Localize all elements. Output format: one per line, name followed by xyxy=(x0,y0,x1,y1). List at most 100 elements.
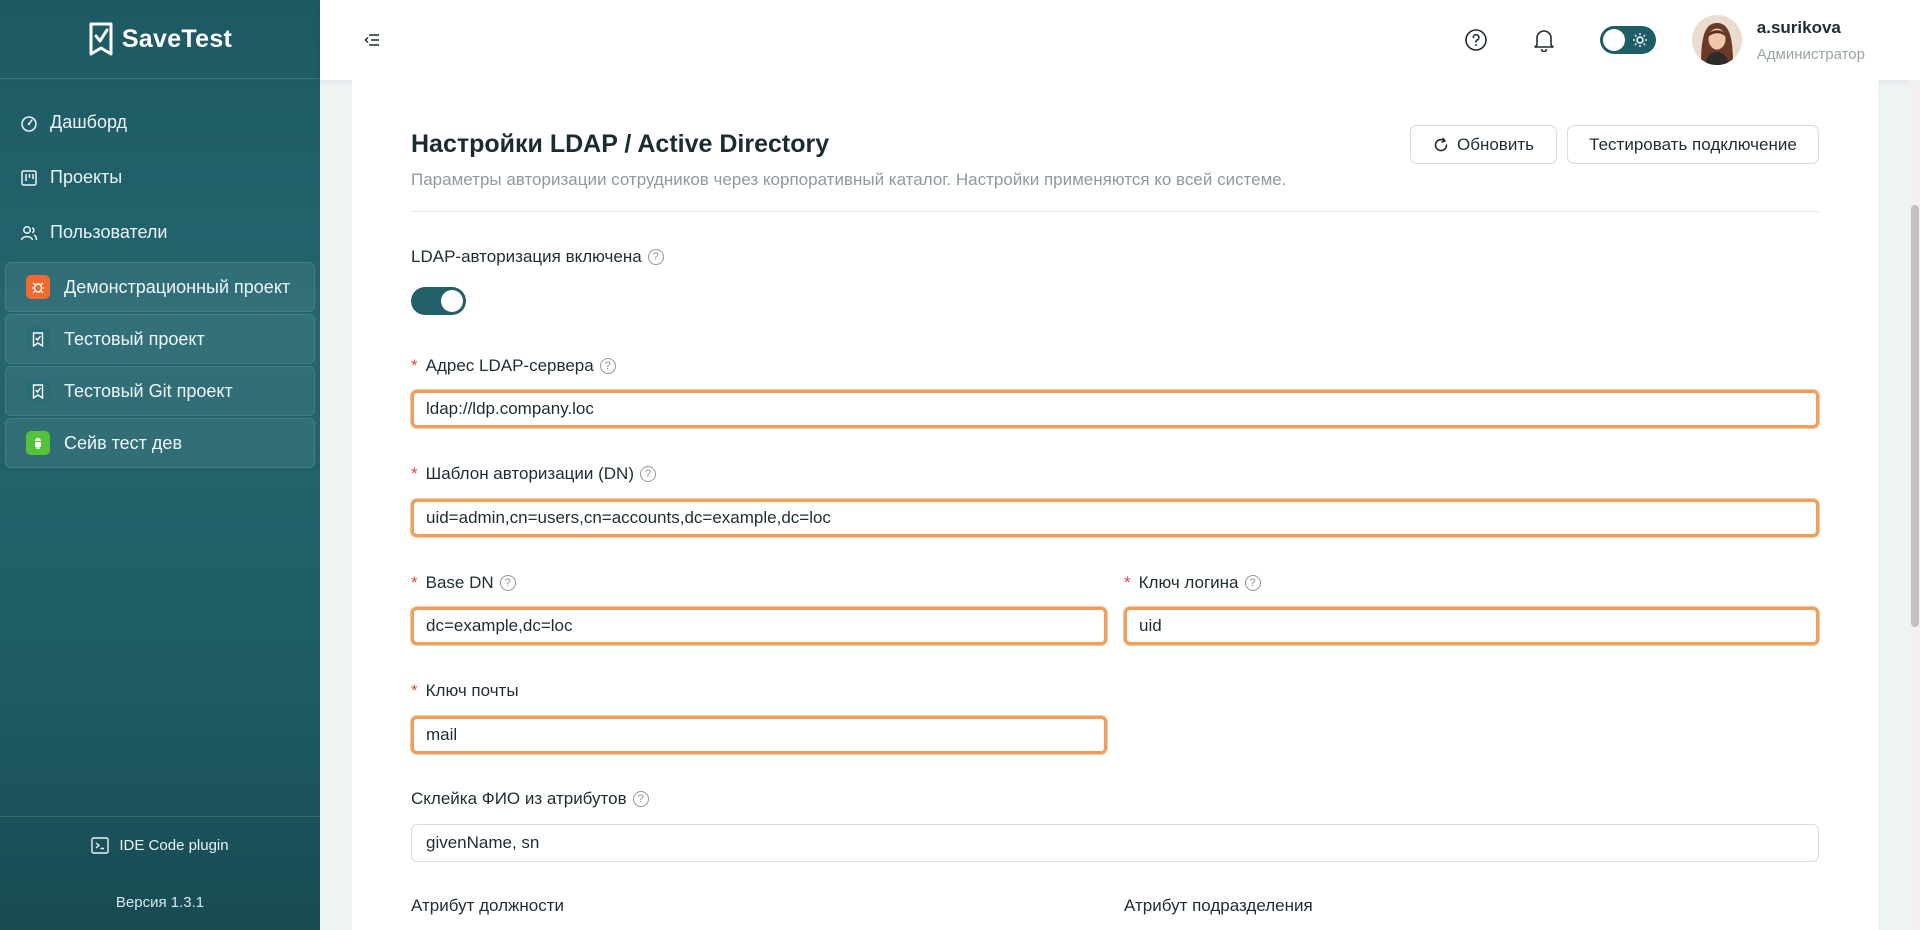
header-actions: a.surikova Администратор xyxy=(1463,0,1920,80)
base-dn-input[interactable]: dc=example,dc=loc xyxy=(411,607,1107,645)
base-dn-text: Base DN xyxy=(425,573,494,592)
test-connection-button[interactable]: Тестировать подключение xyxy=(1567,125,1819,164)
theme-toggle[interactable] xyxy=(1599,26,1656,54)
project-label: Демонстрационный проект xyxy=(64,276,291,297)
ldap-enabled-label: LDAP-авторизация включена ? xyxy=(411,247,664,267)
mail-key-input[interactable]: mail xyxy=(411,716,1107,754)
projects-icon xyxy=(21,169,37,186)
dn-template-value: uid=admin,cn=users,cn=accounts,dc=exampl… xyxy=(426,508,831,527)
user-photo xyxy=(1691,15,1742,65)
notifications-button[interactable] xyxy=(1531,27,1557,53)
server-address-input[interactable]: ldap://ldp.company.loc xyxy=(411,390,1819,428)
sun-icon xyxy=(1632,33,1647,47)
sidebar: SaveTest Дашборд Проекты Пользователи Де… xyxy=(0,0,320,930)
help-icon[interactable]: ? xyxy=(647,249,664,265)
mail-key-text: Ключ почты xyxy=(425,681,519,700)
app-name: SaveTest xyxy=(121,24,233,53)
switch-knob xyxy=(441,290,463,312)
help-icon[interactable]: ? xyxy=(599,358,616,374)
project-label: Тестовый проект xyxy=(64,328,205,349)
checklist-icon xyxy=(26,327,50,351)
logo-icon xyxy=(89,22,113,56)
user-role: Администратор xyxy=(1756,45,1865,63)
scrollbar-thumb[interactable] xyxy=(1911,205,1919,627)
theme-toggle-knob xyxy=(1602,29,1625,51)
page-scrollbar[interactable] xyxy=(1910,80,1920,930)
department-attribute-label: Атрибут подразделения xyxy=(1124,896,1313,916)
project-label: Сейв тест дев xyxy=(64,432,183,453)
required-mark: * xyxy=(411,681,418,700)
checklist-icon xyxy=(26,379,50,403)
server-address-text: Адрес LDAP-сервера xyxy=(425,356,594,375)
nav-projects[interactable]: Проекты xyxy=(0,150,320,205)
page-title: Настройки LDAP / Active Directory xyxy=(411,130,830,158)
department-attribute-text: Атрибут подразделения xyxy=(1124,896,1313,915)
user-avatar[interactable] xyxy=(1691,15,1742,65)
base-dn-value: dc=example,dc=loc xyxy=(426,616,573,635)
sidebar-footer: IDE Code plugin Версия 1.3.1 xyxy=(0,816,320,930)
top-header: a.surikova Администратор xyxy=(320,0,1920,80)
main-nav: Дашборд Проекты Пользователи xyxy=(0,79,320,260)
login-key-value: uid xyxy=(1139,616,1162,635)
help-icon[interactable]: ? xyxy=(632,791,649,807)
nav-projects-label: Проекты xyxy=(50,167,123,187)
dn-template-label: * Шаблон авторизации (DN) ? xyxy=(411,464,656,484)
refresh-button[interactable]: Обновить xyxy=(1410,125,1557,164)
help-icon[interactable]: ? xyxy=(640,466,656,482)
nav-dashboard[interactable]: Дашборд xyxy=(0,95,320,150)
required-mark: * xyxy=(411,356,418,375)
project-item-dev[interactable]: Сейв тест дев xyxy=(5,418,315,468)
ide-plugin-link[interactable]: IDE Code plugin xyxy=(0,817,320,874)
refresh-button-label: Обновить xyxy=(1457,134,1534,154)
app-version: Версия 1.3.1 xyxy=(115,894,205,911)
required-mark: * xyxy=(411,573,418,592)
help-button[interactable] xyxy=(1463,27,1489,53)
users-icon xyxy=(20,225,38,240)
login-key-label: * Ключ логина ? xyxy=(1124,573,1261,593)
nav-users[interactable]: Пользователи xyxy=(0,205,320,260)
ldap-enabled-switch[interactable] xyxy=(411,287,466,315)
position-attribute-text: Атрибут должности xyxy=(411,896,564,915)
user-info[interactable]: a.surikova Администратор xyxy=(1757,18,1865,63)
ldap-settings-card: Настройки LDAP / Active Directory Параме… xyxy=(352,80,1878,930)
help-icon[interactable]: ? xyxy=(499,575,516,591)
header-divider xyxy=(411,211,1819,212)
nav-users-label: Пользователи xyxy=(50,222,168,242)
user-name: a.surikova xyxy=(1756,17,1841,37)
dn-template-text: Шаблон авторизации (DN) xyxy=(425,464,634,483)
collapse-sidebar-button[interactable] xyxy=(361,29,383,51)
server-address-value: ldap://ldp.company.loc xyxy=(426,399,594,418)
nav-dashboard-label: Дашборд xyxy=(50,112,128,132)
required-mark: * xyxy=(411,464,418,483)
menu-collapse-icon xyxy=(364,34,379,46)
ldap-enabled-text: LDAP-авторизация включена xyxy=(411,247,642,266)
project-item-demo[interactable]: Демонстрационный проект xyxy=(5,262,315,312)
base-dn-label: * Base DN ? xyxy=(411,573,516,593)
android-icon xyxy=(26,431,50,455)
fio-attributes-input[interactable]: givenName, sn xyxy=(411,824,1819,862)
project-list: Демонстрационный проект Тестовый проект … xyxy=(0,260,320,472)
required-mark: * xyxy=(1124,573,1131,592)
test-connection-label: Тестировать подключение xyxy=(1589,134,1797,154)
server-address-label: * Адрес LDAP-сервера ? xyxy=(411,356,616,376)
dn-template-input[interactable]: uid=admin,cn=users,cn=accounts,dc=exampl… xyxy=(411,499,1819,537)
mail-key-value: mail xyxy=(426,725,458,744)
ide-plugin-label: IDE Code plugin xyxy=(119,837,229,854)
position-attribute-label: Атрибут должности xyxy=(411,896,564,916)
bug-icon xyxy=(26,275,50,299)
help-circle-icon xyxy=(1464,29,1487,51)
page-subtitle: Параметры авторизации сотрудников через … xyxy=(411,170,1287,189)
bell-icon xyxy=(1533,30,1554,52)
login-key-text: Ключ логина xyxy=(1138,573,1239,592)
fio-attributes-label: Склейка ФИО из атрибутов ? xyxy=(411,789,649,809)
mail-key-label: * Ключ почты xyxy=(411,681,519,701)
project-item-test[interactable]: Тестовый проект xyxy=(5,314,315,364)
dashboard-icon xyxy=(21,115,37,132)
app-logo[interactable]: SaveTest xyxy=(0,0,320,79)
project-label: Тестовый Git проект xyxy=(64,380,233,401)
project-item-git[interactable]: Тестовый Git проект xyxy=(5,366,315,416)
fio-attributes-text: Склейка ФИО из атрибутов xyxy=(411,789,627,808)
terminal-icon xyxy=(91,837,110,854)
help-icon[interactable]: ? xyxy=(1244,575,1261,591)
login-key-input[interactable]: uid xyxy=(1124,607,1819,645)
